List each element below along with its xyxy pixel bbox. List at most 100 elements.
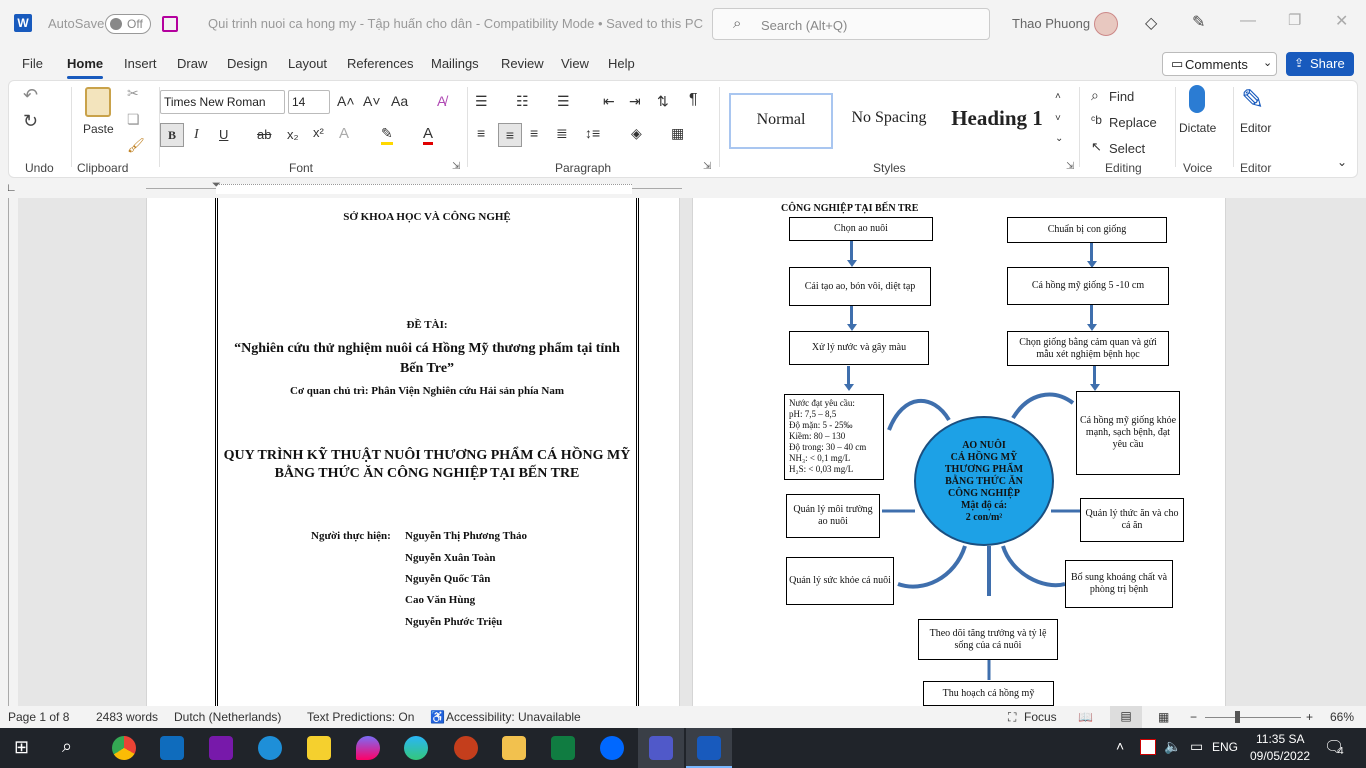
- replace-button[interactable]: Replace: [1109, 115, 1157, 130]
- copy-icon[interactable]: ❏: [127, 111, 140, 128]
- page-flowchart[interactable]: CÔNG NGHIỆP TẠI BẾN TRE Chọn ao nuôi Chu…: [692, 198, 1226, 706]
- tab-references[interactable]: References: [347, 56, 413, 71]
- clear-format-icon[interactable]: A̸: [437, 93, 446, 109]
- word-taskbar-slot[interactable]: [686, 728, 732, 768]
- strikethrough-button[interactable]: ab: [257, 127, 271, 142]
- subscript-button[interactable]: x₂: [287, 127, 299, 142]
- style-no-spacing[interactable]: No Spacing: [837, 93, 941, 149]
- shrink-font-icon[interactable]: A˅: [363, 93, 381, 109]
- minimize-icon[interactable]: —: [1240, 12, 1256, 30]
- restore-icon[interactable]: ❐: [1288, 11, 1301, 29]
- paste-icon[interactable]: [85, 87, 111, 117]
- vertical-ruler[interactable]: [0, 198, 18, 706]
- font-color-icon[interactable]: A: [423, 125, 434, 145]
- styles-dialog-launcher-icon[interactable]: ⇲: [1066, 161, 1074, 172]
- tab-design[interactable]: Design: [227, 56, 267, 71]
- superscript-button[interactable]: x²: [313, 125, 324, 140]
- style-normal[interactable]: Normal: [729, 93, 833, 149]
- tab-insert[interactable]: Insert: [124, 56, 157, 71]
- styles-more-icon[interactable]: ⌄: [1055, 133, 1063, 144]
- edge-legacy-icon[interactable]: [258, 736, 282, 760]
- justify-icon[interactable]: ≣: [556, 125, 568, 142]
- highlight-icon[interactable]: ✎: [381, 125, 393, 145]
- share-button[interactable]: ⇪ Share: [1286, 52, 1354, 76]
- bullets-icon[interactable]: ☰: [475, 93, 488, 110]
- close-icon[interactable]: ✕: [1335, 11, 1348, 31]
- style-heading-1[interactable]: Heading 1: [945, 93, 1049, 149]
- zoom-slider-thumb[interactable]: [1235, 711, 1240, 723]
- editor-icon[interactable]: ✎: [1241, 83, 1264, 116]
- multilevel-list-icon[interactable]: ☰: [557, 93, 570, 110]
- search-box[interactable]: ⌕ Search (Alt+Q): [712, 8, 990, 40]
- file-explorer-icon[interactable]: [502, 736, 526, 760]
- line-spacing-icon[interactable]: ↕≡: [585, 125, 600, 141]
- tab-stop-icon[interactable]: ∟: [6, 182, 17, 194]
- zoom-in-icon[interactable]: +: [1306, 710, 1313, 724]
- decrease-indent-icon[interactable]: ⇤: [603, 93, 615, 110]
- teams-taskbar-slot[interactable]: [638, 728, 684, 768]
- bold-button[interactable]: B: [160, 123, 184, 147]
- chrome-icon[interactable]: [112, 736, 136, 760]
- microphone-icon[interactable]: [1189, 85, 1205, 113]
- zalo-icon[interactable]: [600, 736, 624, 760]
- zoom-slider[interactable]: [1205, 711, 1301, 723]
- tab-home[interactable]: Home: [67, 56, 104, 79]
- chevron-up-icon[interactable]: ˄: [1116, 738, 1124, 754]
- read-mode-icon[interactable]: 📖: [1078, 710, 1093, 724]
- avatar[interactable]: [1094, 12, 1118, 36]
- web-layout-icon[interactable]: ▦: [1158, 710, 1169, 724]
- tab-review[interactable]: Review: [501, 56, 544, 71]
- diamond-icon[interactable]: ◇: [1145, 13, 1157, 33]
- select-button[interactable]: Select: [1109, 141, 1145, 156]
- page-cover[interactable]: SỞ KHOA HỌC VÀ CÔNG NGHỆ ĐỀ TÀI: “Nghiên…: [146, 198, 680, 706]
- font-name-combo[interactable]: Times New Roman: [160, 90, 285, 114]
- clock-time[interactable]: 11:35 SA: [1256, 732, 1304, 746]
- paste-button[interactable]: Paste: [83, 122, 114, 136]
- tab-help[interactable]: Help: [608, 56, 635, 71]
- align-right-icon[interactable]: ≡: [530, 125, 538, 141]
- vietkey-icon[interactable]: [1140, 739, 1156, 755]
- increase-indent-icon[interactable]: ⇥: [629, 93, 641, 110]
- text-predictions[interactable]: Text Predictions: On: [307, 710, 414, 724]
- excel-icon[interactable]: [551, 736, 575, 760]
- undo-icon[interactable]: ↶: [23, 85, 38, 106]
- font-size-combo[interactable]: 14: [288, 90, 330, 114]
- underline-button[interactable]: U: [219, 127, 228, 142]
- tab-draw[interactable]: Draw: [177, 56, 207, 71]
- styles-scroll-down-icon[interactable]: ˅: [1055, 113, 1061, 124]
- borders-icon[interactable]: ▦: [671, 125, 684, 142]
- autosave-toggle[interactable]: Off: [105, 14, 151, 34]
- language-status[interactable]: Dutch (Netherlands): [174, 710, 281, 724]
- network-icon[interactable]: ▭: [1190, 738, 1203, 755]
- page-count[interactable]: Page 1 of 8: [8, 710, 69, 724]
- zoom-level[interactable]: 66%: [1330, 710, 1354, 724]
- paint-drop-icon[interactable]: [356, 736, 380, 760]
- dictate-button[interactable]: Dictate: [1179, 121, 1216, 135]
- word-icon[interactable]: [697, 736, 721, 760]
- document-area[interactable]: SỞ KHOA HỌC VÀ CÔNG NGHỆ ĐỀ TÀI: “Nghiên…: [18, 198, 1366, 706]
- edge-icon[interactable]: [404, 736, 428, 760]
- save-icon[interactable]: [162, 16, 178, 32]
- onenote-icon[interactable]: [209, 736, 233, 760]
- tab-layout[interactable]: Layout: [288, 56, 327, 71]
- styles-scroll-up-icon[interactable]: ˄: [1055, 91, 1061, 102]
- cut-icon[interactable]: ✂: [127, 85, 139, 102]
- sticky-notes-icon[interactable]: [307, 736, 331, 760]
- input-language[interactable]: ENG: [1212, 740, 1238, 754]
- text-effects-icon[interactable]: A: [339, 125, 349, 142]
- editor-button[interactable]: Editor: [1240, 121, 1271, 135]
- windows-start-icon[interactable]: ⊞: [14, 737, 29, 758]
- search-taskbar-icon[interactable]: ⌕: [62, 736, 72, 757]
- font-dialog-launcher-icon[interactable]: ⇲: [452, 161, 460, 172]
- horizontal-ruler[interactable]: ⏷ ∟: [0, 179, 1366, 198]
- italic-button[interactable]: I: [194, 127, 199, 143]
- powerpoint-icon[interactable]: [454, 736, 478, 760]
- redo-icon[interactable]: ↻: [23, 111, 38, 132]
- show-marks-icon[interactable]: ¶: [689, 91, 698, 109]
- change-case-icon[interactable]: Aa: [391, 93, 408, 109]
- tab-view[interactable]: View: [561, 56, 589, 71]
- indent-marker-icon[interactable]: ⏷: [212, 179, 221, 192]
- find-button[interactable]: Find: [1109, 89, 1134, 104]
- tab-mailings[interactable]: Mailings: [431, 56, 479, 71]
- clock-date[interactable]: 09/05/2022: [1250, 749, 1310, 763]
